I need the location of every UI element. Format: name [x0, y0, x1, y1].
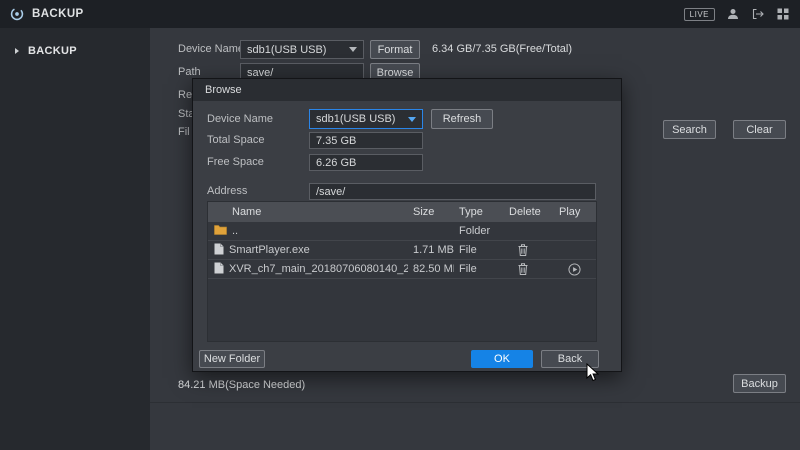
col-name: Name	[208, 206, 408, 218]
table-header: Name Size Type Delete Play	[208, 202, 596, 222]
dialog-device-name-select[interactable]: sdb1(USB USB)	[309, 109, 423, 129]
form-label-clipped-3: Fil	[178, 123, 190, 142]
dialog-device-name-value: sdb1(USB USB)	[316, 113, 395, 125]
dialog-device-name-label: Device Name	[207, 109, 273, 129]
topbar-actions: LIVE	[684, 7, 790, 21]
file-icon	[214, 262, 224, 277]
table-row[interactable]: SmartPlayer.exe 1.71 MB File	[208, 241, 596, 260]
trash-icon	[518, 244, 528, 256]
play-button[interactable]	[554, 263, 596, 276]
col-size: Size	[408, 206, 454, 218]
trash-icon	[518, 263, 528, 275]
back-button[interactable]: Back	[541, 350, 599, 368]
table-row[interactable]: .. Folder	[208, 222, 596, 241]
col-type: Type	[454, 206, 504, 218]
app-logo-icon	[10, 7, 24, 21]
delete-button[interactable]	[504, 263, 554, 275]
file-type: File	[454, 263, 504, 275]
device-name-select[interactable]: sdb1(USB USB)	[240, 40, 364, 59]
browse-dialog: Browse Device Name sdb1(USB USB) Refresh…	[192, 78, 622, 372]
file-size: 82.50 MB	[408, 263, 454, 275]
col-delete: Delete	[504, 206, 554, 218]
total-space-value: 7.35 GB	[309, 132, 423, 149]
logout-icon[interactable]	[751, 7, 765, 21]
file-type: File	[454, 244, 504, 256]
page-title: BACKUP	[32, 8, 84, 20]
dialog-titlebar: Browse	[193, 79, 621, 101]
topbar: BACKUP LIVE	[0, 0, 800, 28]
folder-icon	[214, 224, 227, 238]
file-name: ..	[232, 225, 238, 237]
refresh-button[interactable]: Refresh	[431, 109, 493, 129]
chevron-right-icon	[15, 48, 19, 54]
file-name: SmartPlayer.exe	[229, 244, 310, 256]
free-space-label: Free Space	[207, 154, 264, 171]
app-window: BACKUP LIVE BACK	[0, 0, 800, 450]
divider	[150, 402, 800, 403]
address-input[interactable]	[309, 183, 596, 200]
search-button[interactable]: Search	[663, 120, 716, 139]
backup-button[interactable]: Backup	[733, 374, 786, 393]
file-table: Name Size Type Delete Play .. Folder	[207, 201, 597, 342]
space-needed-text: 84.21 MB(Space Needed)	[178, 376, 305, 395]
sidebar-item-backup[interactable]: BACKUP	[0, 38, 150, 64]
file-type: Folder	[454, 225, 504, 237]
file-icon	[214, 243, 224, 258]
chevron-down-icon	[349, 47, 357, 52]
capacity-text: 6.34 GB/7.35 GB(Free/Total)	[432, 40, 572, 59]
total-space-label: Total Space	[207, 132, 264, 149]
play-circle-icon	[568, 263, 581, 276]
live-button[interactable]: LIVE	[684, 8, 715, 21]
format-button[interactable]: Format	[370, 40, 420, 59]
apps-grid-icon[interactable]	[776, 7, 790, 21]
sidebar: BACKUP	[0, 28, 150, 450]
file-name: XVR_ch7_main_20180706080140_20180...	[229, 263, 408, 275]
ok-button[interactable]: OK	[471, 350, 533, 368]
file-size: 1.71 MB	[408, 244, 454, 256]
device-name-value: sdb1(USB USB)	[247, 44, 326, 56]
delete-button[interactable]	[504, 244, 554, 256]
chevron-down-icon	[408, 117, 416, 122]
form-label-clipped-1: Re	[178, 86, 192, 105]
new-folder-button[interactable]: New Folder	[199, 350, 265, 368]
dialog-title: Browse	[205, 84, 242, 96]
col-play: Play	[554, 206, 596, 218]
address-label: Address	[207, 183, 247, 200]
table-row[interactable]: XVR_ch7_main_20180706080140_20180... 82.…	[208, 260, 596, 279]
sidebar-item-label: BACKUP	[28, 45, 77, 57]
user-icon[interactable]	[726, 7, 740, 21]
clear-button[interactable]: Clear	[733, 120, 786, 139]
free-space-value: 6.26 GB	[309, 154, 423, 171]
device-name-label: Device Name	[178, 40, 244, 59]
